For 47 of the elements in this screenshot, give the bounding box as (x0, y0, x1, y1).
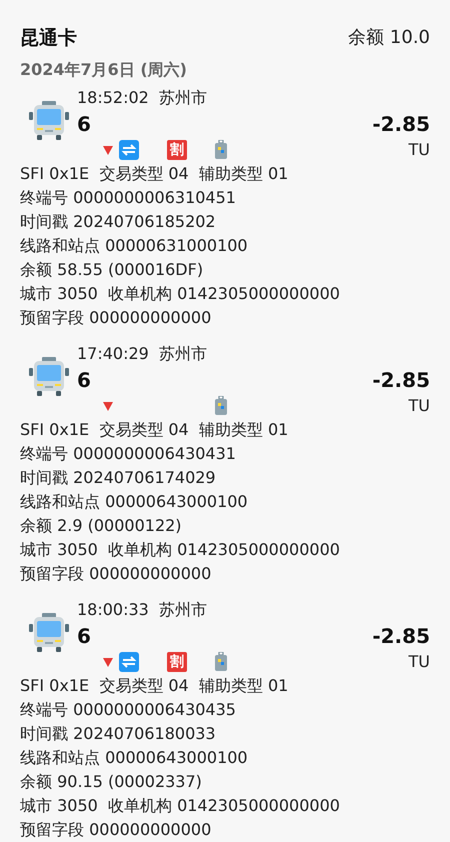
detail-line: 时间戳 20240706174029 (20, 467, 217, 489)
discount-badge: 割 (167, 652, 187, 672)
suitcase-icon (215, 652, 227, 672)
discount-badge: 割 (167, 140, 187, 160)
time-and-city: 17:40:29 苏州市 (77, 343, 208, 365)
detail-line: SFI 0x1E 交易类型 04 辅助类型 01 (20, 163, 290, 185)
down-triangle-icon (103, 402, 113, 410)
detail-line: 城市 3050 收单机构 0142305000000000 (20, 283, 341, 305)
date-heading: 2024年7月6日 (周六) (19, 58, 188, 81)
suitcase-icon (215, 396, 227, 416)
detail-line: 预留字段 000000000000 (20, 563, 212, 585)
detail-line: SFI 0x1E 交易类型 04 辅助类型 01 (20, 419, 290, 441)
amount: -2.85 (372, 111, 430, 138)
currency-unit: TU (408, 139, 430, 161)
detail-line: 预留字段 000000000000 (20, 819, 212, 841)
detail-line: 时间戳 20240706180033 (20, 723, 217, 745)
detail-line: 预留字段 000000000000 (20, 307, 212, 329)
bus-icon (28, 612, 70, 654)
down-triangle-icon (103, 658, 113, 666)
detail-line: SFI 0x1E 交易类型 04 辅助类型 01 (20, 675, 290, 697)
detail-line: 线路和站点 00000643000100 (20, 491, 249, 513)
detail-line: 线路和站点 00000631000100 (20, 235, 249, 257)
detail-line: 终端号 0000000006310451 (20, 187, 237, 209)
down-triangle-icon (103, 146, 113, 154)
detail-line: 城市 3050 收单机构 0142305000000000 (20, 795, 341, 817)
time-and-city: 18:00:33 苏州市 (77, 599, 208, 621)
route-number: 6 (77, 111, 92, 138)
detail-line: 线路和站点 00000643000100 (20, 747, 249, 769)
detail-line: 终端号 0000000006430431 (20, 443, 237, 465)
card-title: 昆通卡 (20, 26, 77, 51)
detail-line: 时间戳 20240706185202 (20, 211, 217, 233)
bus-icon (28, 100, 70, 142)
detail-line: 余额 90.15 (00002337) (20, 771, 203, 793)
card-balance: 余额 10.0 (348, 26, 430, 50)
currency-unit: TU (408, 395, 430, 417)
suitcase-icon (215, 140, 227, 160)
detail-line: 余额 58.55 (000016DF) (20, 259, 204, 281)
amount: -2.85 (372, 367, 430, 394)
detail-line: 城市 3050 收单机构 0142305000000000 (20, 539, 341, 561)
detail-line: 终端号 0000000006430435 (20, 699, 237, 721)
amount: -2.85 (372, 623, 430, 650)
time-and-city: 18:52:02 苏州市 (77, 87, 208, 109)
currency-unit: TU (408, 651, 430, 673)
detail-line: 余额 2.9 (00000122) (20, 515, 183, 537)
route-number: 6 (77, 367, 92, 394)
route-number: 6 (77, 623, 92, 650)
bus-icon (28, 356, 70, 398)
